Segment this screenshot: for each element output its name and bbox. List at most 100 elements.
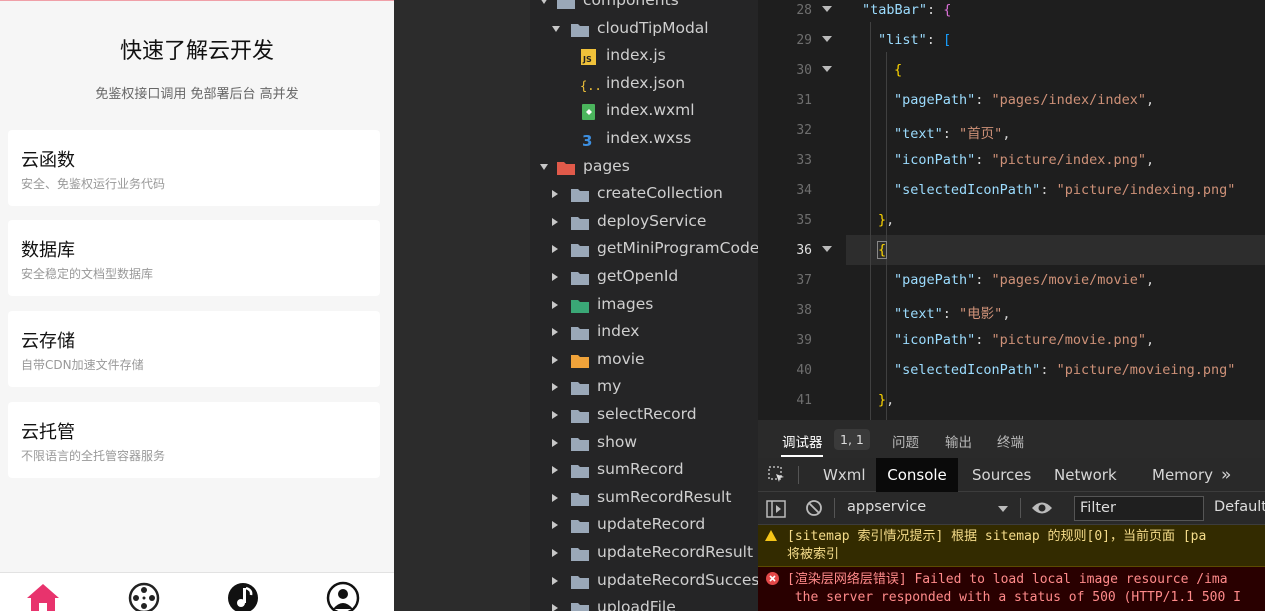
card-cloud-storage[interactable]: 云存储 自带CDN加速文件存储 <box>8 311 380 387</box>
svg-text:JS: JS <box>582 55 592 64</box>
file-tree-label: components <box>583 0 679 9</box>
fold-toggle-icon[interactable] <box>822 36 832 42</box>
folder-icon <box>571 434 589 451</box>
file-tree-item[interactable]: sumRecordResult <box>530 484 758 511</box>
chevron-right-icon[interactable] <box>552 576 558 585</box>
file-tree-item[interactable]: index <box>530 318 758 345</box>
chevron-right-icon[interactable] <box>552 549 558 557</box>
clear-console-icon[interactable] <box>805 499 823 517</box>
file-tree-label: index.js <box>606 46 666 65</box>
chevron-right-icon[interactable] <box>552 411 558 419</box>
context-select[interactable]: appservice <box>842 492 1012 524</box>
line-number: 30 <box>796 63 812 78</box>
file-tree-item[interactable]: JS index.js <box>530 42 758 69</box>
chevron-right-icon[interactable] <box>552 521 558 530</box>
divider <box>1020 498 1021 518</box>
file-tree-item[interactable]: sumRecord <box>530 456 758 483</box>
line-number: 32 <box>796 123 812 138</box>
chevron-down-icon[interactable] <box>552 25 560 32</box>
folder-icon <box>571 406 589 423</box>
file-tree-item[interactable]: components <box>530 0 758 14</box>
filter-input[interactable]: Filter <box>1074 496 1204 521</box>
file-tree-item[interactable]: uploadFile <box>530 594 758 611</box>
chevron-right-icon[interactable] <box>552 190 558 199</box>
filter-placeholder: Filter <box>1080 500 1116 516</box>
code-line: { <box>894 62 903 78</box>
eye-icon[interactable] <box>1031 500 1053 516</box>
folder-icon <box>557 158 575 175</box>
error-text-line2: the server responded with a status of 50… <box>787 590 1241 605</box>
chevron-right-icon[interactable] <box>552 217 558 226</box>
chevron-right-icon[interactable] <box>552 300 558 309</box>
tab-debugger[interactable]: 调试器 <box>782 431 823 451</box>
file-tree-item[interactable]: cloudTipModal <box>530 15 758 42</box>
music-icon[interactable] <box>224 579 262 611</box>
chevron-down-icon[interactable] <box>540 163 548 170</box>
sidebar-toggle-icon[interactable] <box>766 500 786 518</box>
folder-icon <box>571 296 589 313</box>
file-tree-item[interactable]: selectRecord <box>530 401 758 428</box>
chevron-right-icon[interactable] <box>552 328 558 337</box>
chevron-right-icon[interactable] <box>552 383 558 392</box>
file-tree-item[interactable]: index.wxml <box>530 97 758 124</box>
file-tree-item[interactable]: images <box>530 291 758 318</box>
tab-problems[interactable]: 问题 <box>892 431 919 451</box>
code-line: "list": [ <box>878 32 952 48</box>
tab-memory[interactable]: Memory <box>1152 458 1213 492</box>
log-levels-select[interactable]: Default <box>1214 499 1265 515</box>
folder-icon <box>571 185 589 203</box>
file-tree-item[interactable]: updateRecordResult <box>530 539 758 566</box>
code-line: "selectedIconPath": "picture/movieing.pn… <box>894 362 1236 378</box>
file-tree-item[interactable]: getOpenId <box>530 263 758 290</box>
fold-toggle-icon[interactable] <box>822 6 832 12</box>
home-icon[interactable] <box>24 579 62 611</box>
file-tree-item[interactable]: updateRecord <box>530 511 758 538</box>
tab-sources[interactable]: Sources <box>972 458 1031 492</box>
file-tree-label: updateRecordResult <box>597 543 754 561</box>
folder-icon <box>571 351 589 368</box>
js-file-icon: JS <box>580 47 598 66</box>
card-database[interactable]: 数据库 安全稳定的文档型数据库 <box>8 220 380 296</box>
chevron-right-icon[interactable] <box>552 466 558 475</box>
code-editor[interactable]: 28 "tabBar": {29 "list": [30 {31 "pagePath":… <box>758 0 1265 420</box>
console-warning: [sitemap 索引情况提示] 根据 sitemap 的规则[0]，当前页面 … <box>758 525 1265 567</box>
file-tree-item[interactable]: {..} index.json <box>530 70 758 97</box>
chevron-down-icon[interactable] <box>540 0 548 4</box>
folder-icon <box>571 572 589 589</box>
fold-toggle-icon[interactable] <box>822 66 832 72</box>
tab-wxml[interactable]: Wxml <box>823 458 866 492</box>
tab-output[interactable]: 输出 <box>945 431 972 451</box>
movie-icon[interactable] <box>125 579 163 611</box>
file-tree-item[interactable]: show <box>530 429 758 456</box>
line-number: 36 <box>796 243 812 258</box>
file-tree-item[interactable]: createCollection <box>530 180 758 207</box>
file-tree-item[interactable]: movie <box>530 346 758 373</box>
file-tree-item[interactable]: pages <box>530 153 758 180</box>
fold-toggle-icon[interactable] <box>822 246 832 252</box>
chevron-right-icon[interactable] <box>552 355 558 364</box>
more-tabs-button[interactable]: » <box>1221 458 1231 492</box>
chevron-right-icon[interactable] <box>552 245 558 254</box>
tab-terminal[interactable]: 终端 <box>997 431 1024 451</box>
file-tree-item[interactable]: deployService <box>530 208 758 235</box>
inspect-icon[interactable] <box>768 466 786 484</box>
chevron-right-icon[interactable] <box>552 604 558 611</box>
tab-console[interactable]: Console <box>876 458 958 492</box>
console-error: [渲染层网络层错误] Failed to load local image re… <box>758 567 1265 611</box>
folder-icon <box>571 323 589 341</box>
chevron-right-icon[interactable] <box>552 493 558 502</box>
file-tree-item[interactable]: updateRecordSuccess <box>530 567 758 594</box>
file-tree-label: index <box>597 322 640 341</box>
file-tree-label: index.wxml <box>606 101 695 120</box>
tab-network[interactable]: Network <box>1054 458 1117 492</box>
chevron-right-icon[interactable] <box>552 273 558 281</box>
svg-text:3: 3 <box>582 132 592 148</box>
card-cloud-hosting[interactable]: 云托管 不限语言的全托管容器服务 <box>8 402 380 478</box>
file-tree-item[interactable]: 3 index.wxss <box>530 125 758 152</box>
chevron-right-icon[interactable] <box>552 438 558 447</box>
file-tree-item[interactable]: getMiniProgramCode <box>530 235 758 262</box>
card-cloud-function[interactable]: 云函数 安全、免鉴权运行业务代码 <box>8 130 380 206</box>
user-icon[interactable] <box>324 579 362 611</box>
file-tree-item[interactable]: my <box>530 373 758 400</box>
line-number: 34 <box>796 183 812 198</box>
